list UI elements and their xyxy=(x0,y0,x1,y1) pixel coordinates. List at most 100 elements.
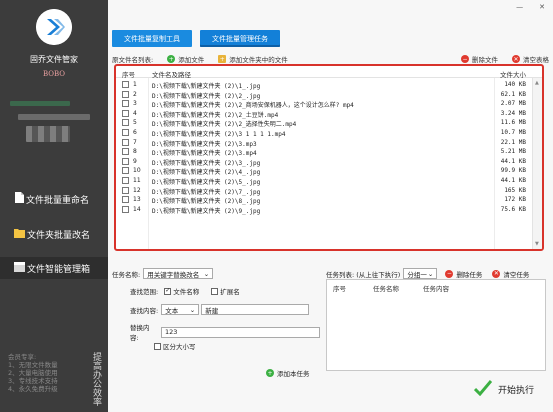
row-number: 5 xyxy=(133,119,137,127)
table-row[interactable]: 5 D:\视频下载\新建文件夹 (2)\2_选择性失明二.mp4 11.6 MB xyxy=(116,118,542,128)
group-select-value: 分组一 xyxy=(407,270,427,279)
table-row[interactable]: 4 D:\视频下载\新建文件夹 (2)\2_土豆饼.mp4 3.24 MB xyxy=(116,109,542,119)
replace-label: 替换内容: xyxy=(130,324,150,342)
blurred-account-info xyxy=(10,101,70,106)
chevron-down-icon: ⌄ xyxy=(203,269,210,278)
table-row[interactable]: 11 D:\视频下载\新建文件夹 (2)\5_.jpg 44.1 KB xyxy=(116,176,542,186)
task-list-table: 序号 任务名称 任务内容 xyxy=(326,279,546,371)
file-list-label: 原文件名列表: xyxy=(112,56,154,64)
scope-row: 查找范围: ✓ 文件名称 扩展名 xyxy=(130,286,240,296)
window-controls: — ✕ xyxy=(516,3,545,11)
clear-table-button[interactable]: ✕ 清空表格 xyxy=(512,54,549,64)
row-checkbox[interactable] xyxy=(122,157,129,165)
checkbox-checked-icon: ✓ xyxy=(164,287,172,295)
task-name-select[interactable]: 用关键字替换改名 ⌄ xyxy=(143,268,214,279)
table-row[interactable]: 9 D:\视频下载\新建文件夹 (2)\3_.jpg 44.1 KB xyxy=(116,157,542,167)
sidebar-item-label: 文件批量重命名 xyxy=(26,195,90,206)
table-row[interactable]: 10 D:\视频下载\新建文件夹 (2)\4_.jpg 99.9 KB xyxy=(116,166,542,176)
row-checkbox[interactable] xyxy=(122,138,129,146)
row-checkbox[interactable] xyxy=(122,129,129,136)
file-size: 172 KB xyxy=(504,196,526,204)
task-name-value: 用关键字替换改名 xyxy=(147,270,200,279)
row-number: 1 xyxy=(133,81,137,88)
find-row: 查找内容: 文本 ⌄ 新建 xyxy=(130,304,310,315)
row-checkbox[interactable] xyxy=(122,186,129,194)
sidebar-item-file-rename[interactable]: 文件批量重命名 xyxy=(0,188,108,210)
table-row[interactable]: 2 D:\视频下载\新建文件夹 (2)\2_.jpg 62.1 KB xyxy=(116,90,542,100)
table-row[interactable]: 14 D:\视频下载\新建文件夹 (2)\9_.jpg 75.6 KB xyxy=(116,205,542,215)
table-row[interactable]: 1 D:\视频下载\新建文件夹 (2)\1_.jpg 140 KB xyxy=(116,80,542,90)
tab-batch-manage[interactable]: 文件批量管理任务 xyxy=(200,30,280,47)
membership-promo: 会员专享: 1、无限文件数量 2、大量电脑使用 3、专线技术支持 4、永久免费升… xyxy=(8,353,58,393)
row-number: 2 xyxy=(133,90,137,98)
find-input[interactable]: 新建 xyxy=(201,304,310,315)
row-checkbox[interactable] xyxy=(122,90,129,98)
row-checkbox[interactable] xyxy=(122,177,129,184)
scope-ext-checkbox[interactable]: 扩展名 xyxy=(211,286,240,296)
table-row[interactable]: 12 D:\视频下载\新建文件夹 (2)\7_.jpg 165 KB xyxy=(116,186,542,196)
table-row[interactable]: 3 D:\视频下载\新建文件夹 (2)\2_商场安保机器人，这个设计怎么样? mp… xyxy=(116,99,542,109)
row-number: 8 xyxy=(133,148,137,156)
user-name: BOBO xyxy=(42,70,66,78)
row-checkbox[interactable] xyxy=(122,148,129,156)
tab-batch-copy[interactable]: 文件批量复制工具 xyxy=(112,30,192,47)
file-size: 62.1 KB xyxy=(500,90,526,98)
promo-line: 1、无限文件数量 xyxy=(8,361,58,369)
scroll-down-icon[interactable]: ▼ xyxy=(535,241,539,247)
vertical-scrollbar[interactable]: ▲ ▼ xyxy=(532,78,542,249)
file-path: D:\视频下载\新建文件夹 (2)\9_.jpg xyxy=(152,207,261,215)
delete-file-button[interactable]: − 删除文件 xyxy=(461,54,498,64)
start-button[interactable]: 开始执行 xyxy=(473,380,535,399)
blurred-avatar xyxy=(26,126,70,142)
find-label: 查找内容: xyxy=(130,306,159,315)
task-name-row: 任务名称: 用关键字替换改名 ⌄ xyxy=(112,268,214,279)
task-list-header: 任务列表: (从上往下执行) 分组一 ⌄ − 删除任务 ✕ 清空任务 xyxy=(326,268,529,279)
column-header-task-name: 任务名称 xyxy=(373,285,399,293)
file-list-table: 序号 文件名及路径 文件大小 1 D:\视频下载\新建文件夹 (2)\1_.jpg… xyxy=(114,64,544,251)
task-list-label: 任务列表: (从上往下执行) xyxy=(326,270,401,279)
start-label: 开始执行 xyxy=(498,386,535,396)
row-checkbox[interactable] xyxy=(122,100,129,108)
close-button[interactable]: ✕ xyxy=(539,3,545,11)
plus-icon: + xyxy=(266,369,274,377)
add-file-button[interactable]: + 添加文件 xyxy=(167,54,204,64)
file-size: 5.21 MB xyxy=(500,148,526,156)
group-select[interactable]: 分组一 ⌄ xyxy=(403,268,438,279)
sidebar: 固乔文件管家 BOBO 文件批量重命名 文件夹批量改名 文件智能管理箱 会员专享… xyxy=(0,0,108,412)
task-settings-panel: 任务名称: 用关键字替换改名 ⌄ 查找范围: ✓ 文件名称 扩展名 查找内容: … xyxy=(108,263,320,412)
case-sensitive-checkbox[interactable]: 区分大小写 xyxy=(154,341,196,351)
file-icon xyxy=(14,192,24,206)
minimize-button[interactable]: — xyxy=(516,3,523,11)
table-row[interactable]: 8 D:\视频下载\新建文件夹 (2)\3.mp4 5.21 MB xyxy=(116,147,542,157)
add-folder-button[interactable]: + 添加文件夹中的文件 xyxy=(218,54,288,64)
table-row[interactable]: 6 D:\视频下载\新建文件夹 (2)\3 1 1 1 1.mp4 10.7 MB xyxy=(116,128,542,138)
file-size: 2.07 MB xyxy=(500,100,526,108)
scope-filename-checkbox[interactable]: ✓ 文件名称 xyxy=(164,286,199,296)
file-size: 44.1 KB xyxy=(500,157,526,165)
replace-input[interactable]: 123 xyxy=(161,326,320,338)
row-checkbox[interactable] xyxy=(122,109,129,117)
file-size: 22.1 MB xyxy=(500,138,526,146)
delete-icon: − xyxy=(445,269,454,278)
promo-line: 3、专线技术支持 xyxy=(8,377,58,385)
table-row[interactable]: 7 D:\视频下载\新建文件夹 (2)\3.mp3 22.1 MB xyxy=(116,138,542,148)
add-task-button[interactable]: + 添加本任务 xyxy=(266,368,310,378)
sidebar-item-folder-rename[interactable]: 文件夹批量改名 xyxy=(0,223,108,245)
row-checkbox[interactable] xyxy=(122,205,129,213)
case-sensitive-label: 区分大小写 xyxy=(163,343,196,351)
sidebar-item-file-manager[interactable]: 文件智能管理箱 xyxy=(0,257,108,279)
row-checkbox[interactable] xyxy=(122,167,129,175)
clear-icon: ✕ xyxy=(512,55,520,63)
row-checkbox[interactable] xyxy=(122,81,129,88)
row-checkbox[interactable] xyxy=(122,196,129,204)
table-row[interactable]: 13 D:\视频下载\新建文件夹 (2)\8_.jpg 172 KB xyxy=(116,195,542,205)
row-number: 6 xyxy=(133,129,137,136)
promo-line: 会员专享: xyxy=(8,353,37,361)
column-header-no: 序号 xyxy=(122,71,135,79)
delete-task-button[interactable]: − 删除任务 xyxy=(445,269,482,279)
clear-task-button[interactable]: ✕ 清空任务 xyxy=(492,269,529,279)
find-type-select[interactable]: 文本 ⌄ xyxy=(161,304,200,315)
row-checkbox[interactable] xyxy=(122,119,129,127)
row-number: 10 xyxy=(133,167,141,175)
scroll-up-icon[interactable]: ▲ xyxy=(535,80,539,86)
